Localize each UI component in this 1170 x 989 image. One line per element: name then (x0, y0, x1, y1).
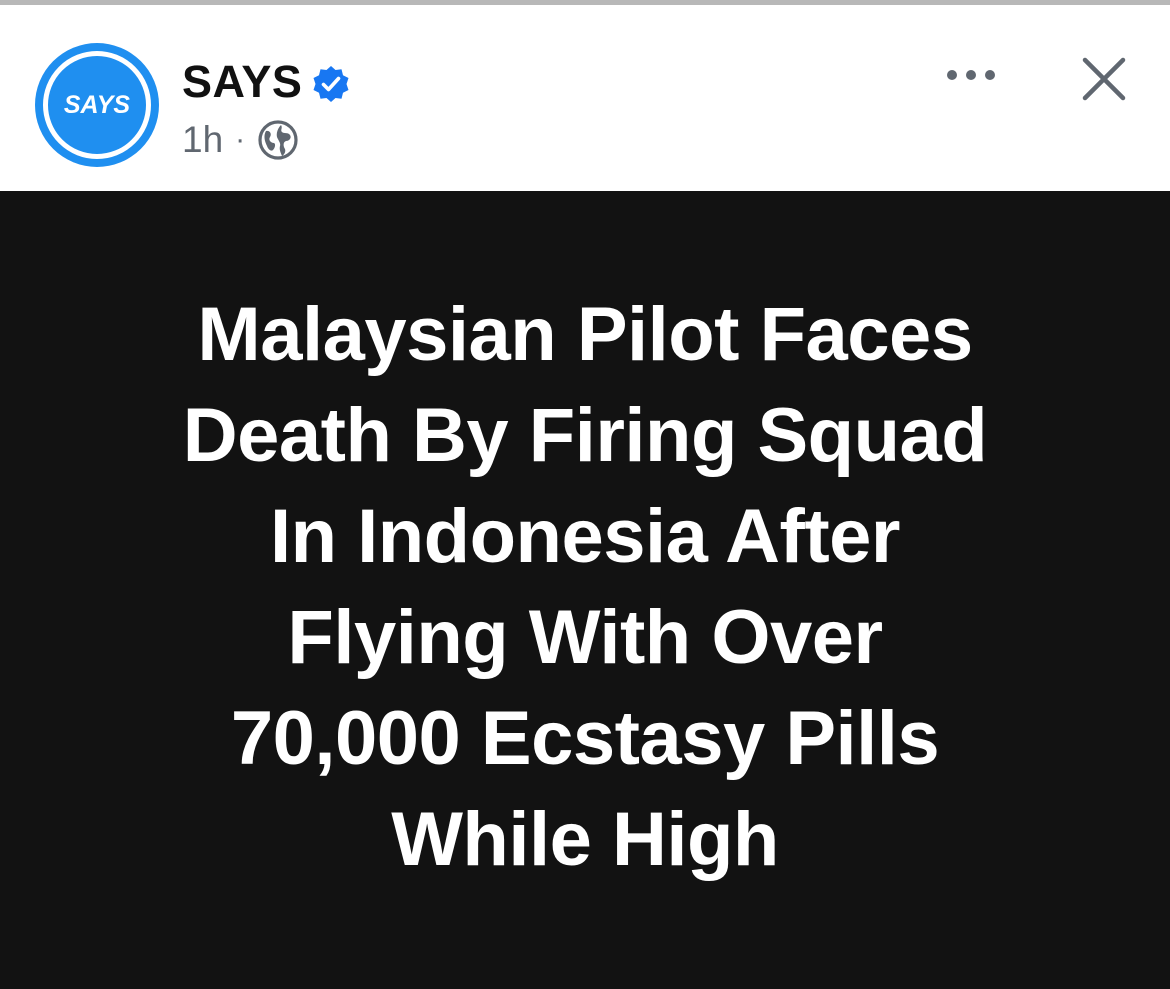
headline-line: Flying With Over (287, 595, 883, 680)
timestamp[interactable]: 1h (182, 119, 223, 161)
headline: Malaysian Pilot Faces Death By Firing Sq… (85, 284, 1085, 890)
verified-badge-icon (312, 65, 350, 103)
close-icon (1082, 57, 1126, 101)
post-header: SAYS SAYS 1h · (0, 5, 1170, 191)
headline-line: In Indonesia After (269, 494, 901, 579)
avatar-ring: SAYS (43, 51, 151, 159)
avatar[interactable]: SAYS (35, 43, 159, 167)
headline-line: Malaysian Pilot Faces (197, 292, 973, 377)
more-options-button[interactable] (940, 53, 1002, 97)
post-meta: 1h · (182, 115, 299, 165)
headline-line: 70,000 Ecstasy Pills (230, 696, 940, 781)
more-horizontal-icon (947, 70, 995, 80)
headline-line: Death By Firing Squad (182, 393, 988, 478)
close-button[interactable] (1074, 49, 1134, 109)
page-name-row: SAYS (182, 53, 350, 111)
avatar-logo-text: SAYS (63, 90, 131, 119)
page-name[interactable]: SAYS (182, 56, 302, 108)
globe-icon[interactable] (257, 119, 299, 161)
headline-line: While High (391, 797, 779, 882)
meta-separator: · (235, 123, 246, 156)
post-image[interactable]: Malaysian Pilot Faces Death By Firing Sq… (0, 191, 1170, 989)
